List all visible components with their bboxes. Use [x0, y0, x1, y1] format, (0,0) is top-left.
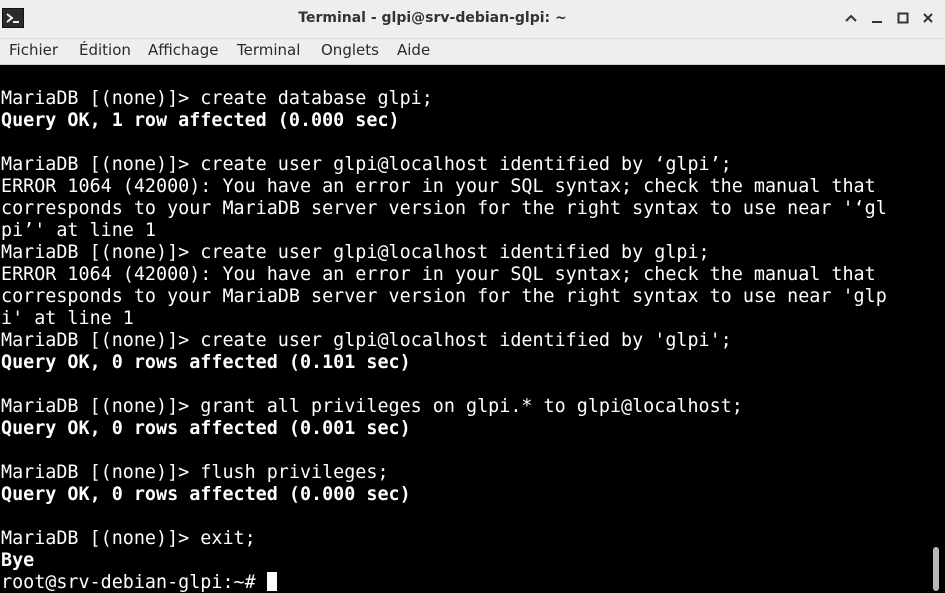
terminal-line: MariaDB [(none)]> grant all privileges o… — [1, 396, 743, 417]
terminal-line: MariaDB [(none)]> create user glpi@local… — [1, 154, 732, 175]
menu-terminal[interactable]: Terminal — [237, 41, 300, 59]
terminal-line: MariaDB [(none)]> exit; — [1, 528, 256, 549]
maximize-icon[interactable] — [893, 8, 913, 28]
terminal-output[interactable]: MariaDB [(none)]> create database glpi; … — [0, 65, 930, 593]
minimize-icon[interactable] — [867, 8, 887, 28]
menu-affichage[interactable]: Affichage — [148, 41, 218, 59]
terminal-line: corresponds to your MariaDB server versi… — [1, 198, 887, 219]
terminal-line: ERROR 1064 (42000): You have an error in… — [1, 176, 876, 197]
terminal-prompt-line[interactable]: root@srv-debian-glpi:~# — [1, 572, 277, 593]
terminal-line: Query OK, 1 row affected (0.000 sec) — [1, 110, 400, 131]
terminal-line: pi’' at line 1 — [1, 220, 157, 241]
terminal-line: MariaDB [(none)]> create user glpi@local… — [1, 242, 710, 263]
terminal-line: MariaDB [(none)]> create database glpi; — [1, 88, 433, 109]
text-cursor — [266, 572, 277, 591]
menu-fichier[interactable]: Fichier — [9, 41, 58, 59]
terminal-line: Query OK, 0 rows affected (0.101 sec) — [1, 352, 411, 373]
menu-aide[interactable]: Aide — [397, 41, 430, 59]
title-bar: Terminal - glpi@srv-debian-glpi: ~ — [0, 0, 945, 39]
scrollbar-thumb[interactable] — [933, 547, 939, 591]
terminal-line: MariaDB [(none)]> create user glpi@local… — [1, 330, 732, 351]
shell-prompt: root@srv-debian-glpi:~# — [1, 572, 267, 593]
terminal-line: i' at line 1 — [1, 308, 134, 329]
vertical-scrollbar[interactable] — [930, 65, 945, 593]
terminal-line: corresponds to your MariaDB server versi… — [1, 286, 887, 307]
terminal-line: Query OK, 0 rows affected (0.000 sec) — [1, 484, 411, 505]
chevron-up-icon[interactable] — [841, 8, 861, 28]
terminal-line: Bye — [1, 550, 35, 571]
menu-onglets[interactable]: Onglets — [321, 41, 379, 59]
menu-edition[interactable]: Édition — [79, 41, 131, 59]
close-icon[interactable] — [918, 8, 938, 28]
terminal-line: Query OK, 0 rows affected (0.001 sec) — [1, 418, 411, 439]
menu-bar: Fichier Édition Affichage Terminal Ongle… — [0, 39, 945, 65]
window-title: Terminal - glpi@srv-debian-glpi: ~ — [298, 10, 567, 26]
terminal-line: MariaDB [(none)]> flush privileges; — [1, 462, 389, 483]
terminal-line: ERROR 1064 (42000): You have an error in… — [1, 264, 876, 285]
